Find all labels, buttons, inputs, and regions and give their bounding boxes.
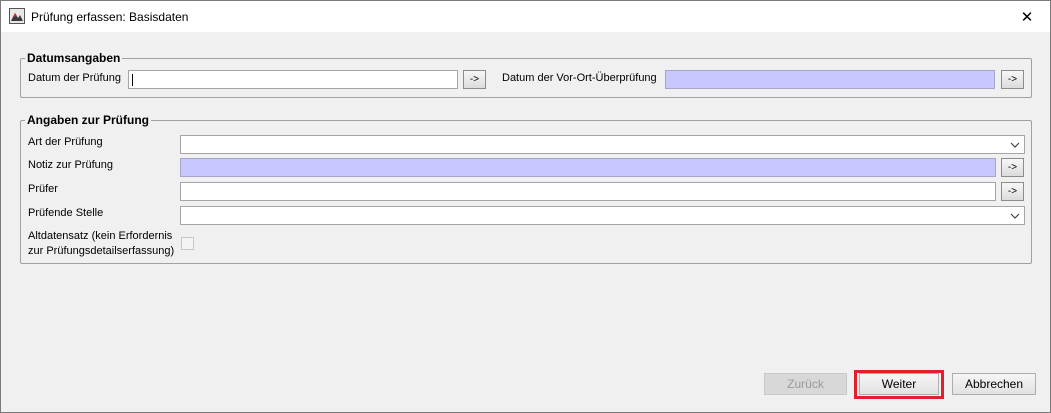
art-pruefung-label: Art der Prüfung [28,136,103,148]
datum-vorort-label: Datum der Vor-Ort-Überprüfung [502,72,657,84]
altdatensatz-label-line2: zur Prüfungsdetailserfassung) [28,245,175,257]
pruefer-button[interactable]: -> [1001,182,1024,201]
dialog-window: Prüfung erfassen: Basisdaten ✕ Datumsang… [0,0,1051,413]
window-title: Prüfung erfassen: Basisdaten [31,10,189,24]
datumsangaben-legend: Datumsangaben [25,51,123,65]
pruefende-stelle-label: Prüfende Stelle [28,207,104,219]
art-pruefung-select[interactable] [180,135,1025,154]
notiz-pruefung-label: Notiz zur Prüfung [28,159,113,171]
title-bar: Prüfung erfassen: Basisdaten ✕ [1,1,1050,32]
pruefer-input[interactable] [180,182,996,201]
zurueck-button[interactable]: Zurück [764,373,847,395]
datum-pruefung-label: Datum der Prüfung [28,72,121,84]
weiter-highlight-frame [854,370,944,399]
angaben-legend: Angaben zur Prüfung [25,113,151,127]
chevron-down-icon [1010,142,1020,148]
datum-pruefung-input[interactable] [128,70,458,89]
close-icon[interactable]: ✕ [1004,1,1050,32]
chevron-down-icon [1010,213,1020,219]
notiz-pruefung-button[interactable]: -> [1001,158,1024,177]
notiz-pruefung-input [180,158,996,177]
altdatensatz-label-line1: Altdatensatz (kein Erfordernis [28,230,173,242]
datum-vorort-picker-button[interactable]: -> [1001,70,1024,89]
abbrechen-button[interactable]: Abbrechen [952,373,1036,395]
pruefende-stelle-select[interactable] [180,206,1025,225]
pruefer-label: Prüfer [28,183,58,195]
altdatensatz-checkbox[interactable] [181,237,194,250]
app-icon [9,8,25,24]
datum-vorort-input [665,70,995,89]
datum-pruefung-picker-button[interactable]: -> [463,70,486,89]
text-caret [132,74,133,86]
